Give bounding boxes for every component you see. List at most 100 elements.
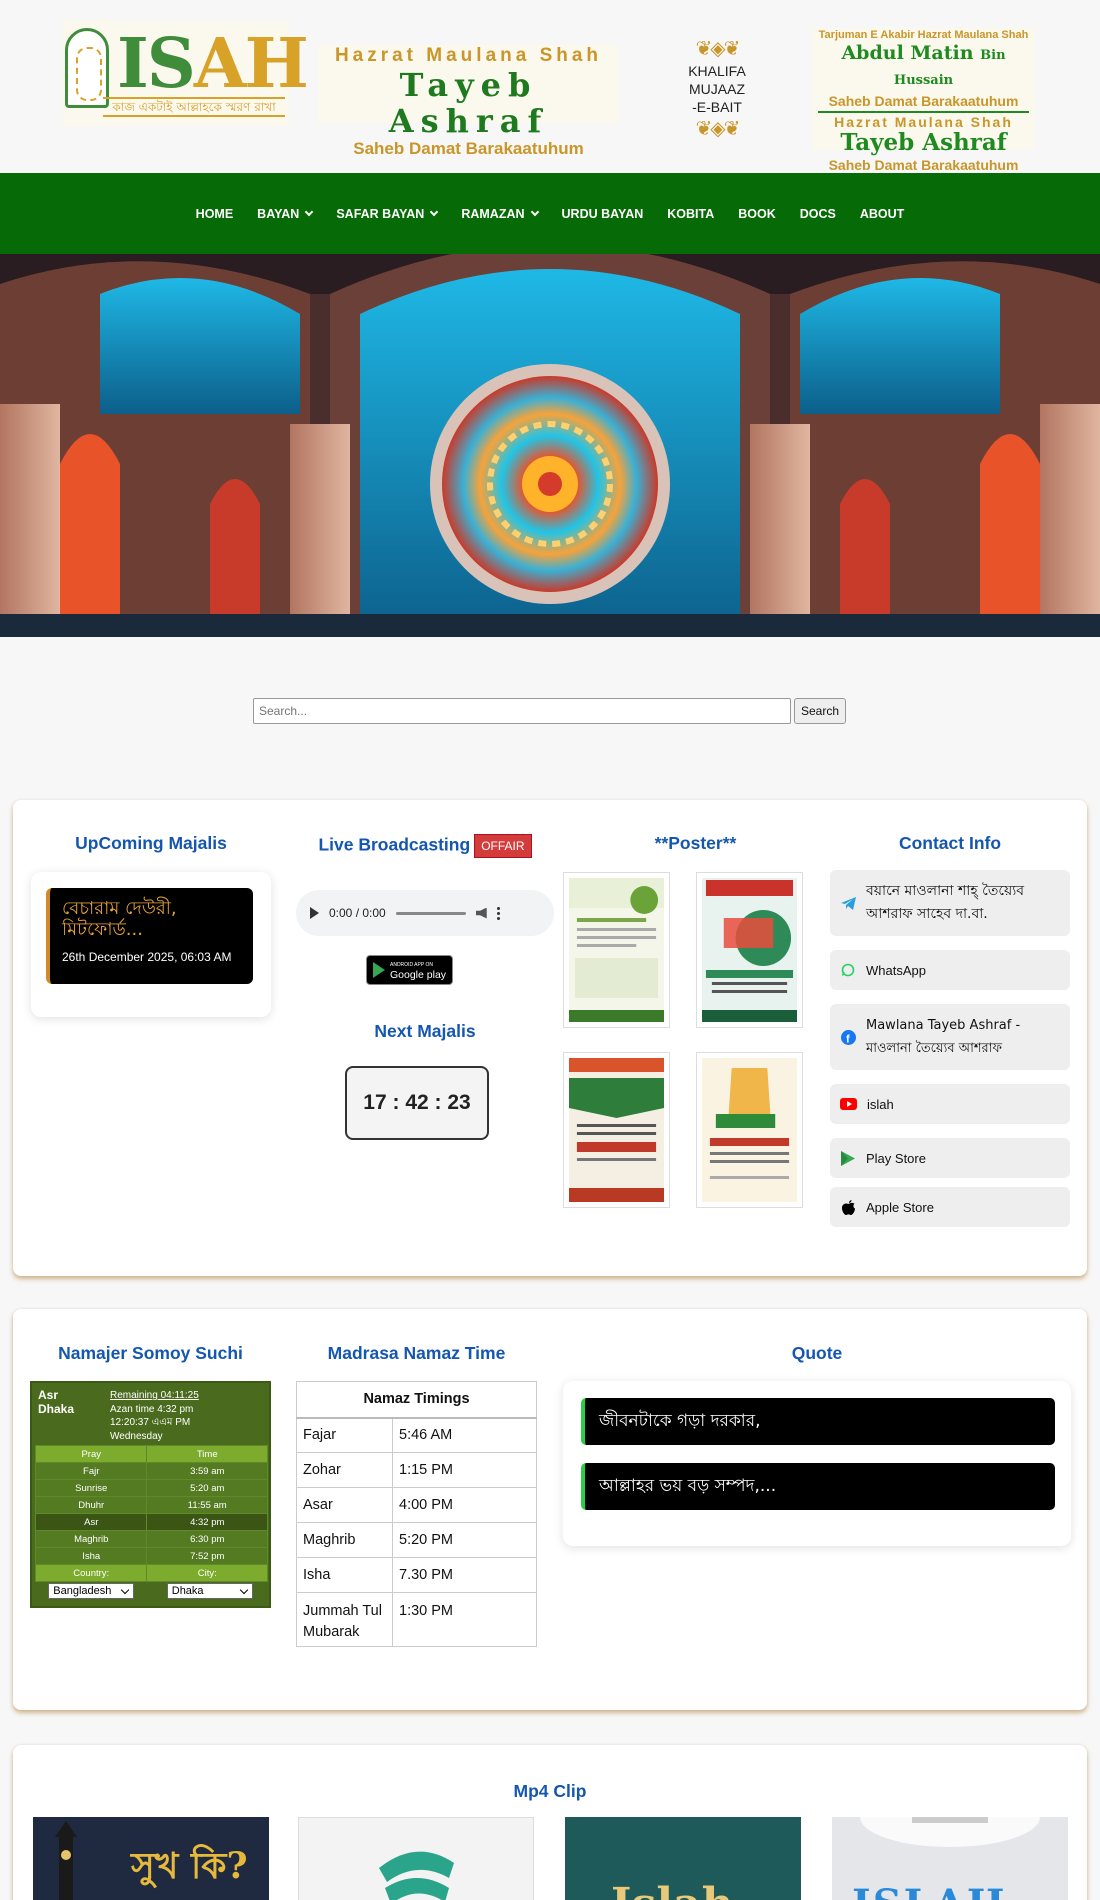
current-day: Wednesday <box>110 1430 163 1442</box>
upcoming-event-title: বেচারাম দেউরী, মিটফোর্ড... <box>62 898 177 940</box>
contact-facebook-label: Mawlana Tayeb Ashraf - মাওলানা তৈয়্যেব … <box>866 1018 1021 1056</box>
poster-image <box>569 878 664 1022</box>
more-options-icon[interactable] <box>496 906 500 920</box>
nav-home[interactable]: HOME <box>184 207 246 221</box>
google-play-icon <box>373 962 385 978</box>
prayer-widget-info: Remaining 04:11:25 Azan time 4:32 pm 12:… <box>110 1389 199 1443</box>
pray-header: Pray <box>34 1445 148 1463</box>
clip-text: ISLAH <box>852 1881 1007 1900</box>
lineage-line-2: Abdul Matin Bin Hussain <box>841 42 1006 88</box>
audio-progress-track[interactable] <box>395 911 466 915</box>
quote-item[interactable]: জীবনটাকে গড়া দরকার, <box>581 1398 1055 1445</box>
whatsapp-icon <box>840 962 856 978</box>
namaz-time: 1:30 PM <box>392 1592 537 1647</box>
khalifa-line-1: KHALIFA <box>688 63 746 79</box>
poster-thumbnail[interactable] <box>696 872 803 1028</box>
ornament-top-icon: ❦◈❦ <box>695 38 741 60</box>
prayer-name: Fajr <box>34 1462 148 1480</box>
svg-text:f: f <box>846 1033 850 1045</box>
prayer-name: Isha <box>34 1547 148 1565</box>
current-clock: 12:20:37 এএম PM <box>110 1417 191 1428</box>
remaining-time: Remaining 04:11:25 <box>110 1390 199 1401</box>
namaz-name: Isha <box>296 1557 393 1593</box>
contact-play-store[interactable]: Play Store <box>830 1138 1070 1178</box>
ornament-bottom-icon: ❦◈❦ <box>695 118 741 140</box>
video-clip-thumbnail[interactable] <box>298 1817 534 1900</box>
nav-about[interactable]: ABOUT <box>848 207 916 221</box>
upcoming-event-date: 26th December 2025, 06:03 AM <box>62 950 232 964</box>
contact-telegram[interactable]: বয়ানে মাওলানা শাহ্ তৈয়্যেব আশরাফ সাহেব… <box>830 870 1070 936</box>
namaz-name: Asar <box>296 1487 393 1523</box>
audio-player[interactable]: 0:00 / 0:00 <box>296 890 554 936</box>
madrasa-namaz-table: Namaz Timings Fajar 5:46 AM Zohar 1:15 PM … <box>296 1381 537 1647</box>
city-select[interactable]: Dhaka <box>166 1583 253 1599</box>
title-line-2: Tayeb Ashraf <box>388 66 549 140</box>
facebook-icon: f <box>840 1029 856 1045</box>
contact-apple-store[interactable]: Apple Store <box>830 1187 1070 1227</box>
video-clip-thumbnail[interactable]: সুখ কি? <box>33 1817 269 1900</box>
namaz-time: 7.30 PM <box>392 1557 537 1593</box>
country-label: Country: <box>34 1564 148 1582</box>
upcoming-event: বেচারাম দেউরী, মিটফোর্ড... 26th December… <box>46 888 253 984</box>
video-clip-thumbnail[interactable]: Islah <box>565 1817 801 1900</box>
nav-docs[interactable]: DOCS <box>788 207 848 221</box>
upcoming-majalis-title: UpComing Majalis <box>75 833 227 853</box>
search-input[interactable] <box>253 698 791 724</box>
prayer-name: Dhuhr <box>34 1496 148 1514</box>
nav-kobita[interactable]: KOBITA <box>655 207 726 221</box>
play-store-icon <box>840 1150 856 1166</box>
poster-thumbnail[interactable] <box>563 1052 670 1208</box>
prayer-time: 6:30 pm <box>146 1530 268 1548</box>
lineage-line-3: Saheb Damat Barakaatuhum <box>828 93 1019 109</box>
nav-urdu-bayan[interactable]: URDU BAYAN <box>550 207 656 221</box>
islah-logo[interactable]: ISAH কাজ একটাই আল্লাহকে স্মরণ রাখা <box>63 20 309 126</box>
contact-whatsapp[interactable]: WhatsApp <box>830 950 1070 990</box>
country-select[interactable]: Bangladesh <box>48 1583 135 1599</box>
top-info-panel: UpComing Majalis বেচারাম দেউরী, মিটফোর্ড… <box>13 800 1087 1276</box>
play-icon[interactable] <box>310 907 319 919</box>
prayer-time: 4:32 pm <box>146 1513 268 1531</box>
khalifa-badge: ❦◈❦ KHALIFA MUJAAZ -E-BAIT ❦◈❦ <box>672 38 762 140</box>
quote-box: জীবনটাকে গড়া দরকার, আল্লাহর ভয় বড় সম্… <box>563 1381 1071 1546</box>
contact-youtube-label: islah <box>867 1096 894 1112</box>
location-selectors: Bangladesh Dhaka <box>32 1583 269 1599</box>
poster-thumbnail[interactable] <box>696 1052 803 1208</box>
time-header: Time <box>146 1445 268 1463</box>
prayer-name: Asr <box>34 1513 148 1531</box>
chevron-down-icon <box>430 207 439 216</box>
upcoming-event-card[interactable]: বেচারাম দেউরী, মিটফোর্ড... 26th December… <box>31 872 271 1017</box>
lineage-line-5: Tayeb Ashraf <box>840 129 1007 156</box>
namaz-name: Fajar <box>296 1417 393 1453</box>
logo-tagline: কাজ একটাই আল্লাহকে স্মরণ রাখা <box>103 97 285 117</box>
nav-bayan[interactable]: BAYAN <box>245 207 324 221</box>
video-clip-thumbnail[interactable]: ISLAH <box>832 1817 1068 1900</box>
contact-apple-store-label: Apple Store <box>866 1199 934 1215</box>
khalifa-line-2: MUJAAZ <box>689 81 745 97</box>
countdown-timer: 17 : 42 : 23 <box>345 1066 489 1140</box>
mp4-clip-panel: Mp4 Clip সুখ কি? Islah ISLAH <box>13 1745 1087 1900</box>
poster-image <box>569 1058 664 1202</box>
contact-youtube[interactable]: islah <box>830 1084 1070 1124</box>
search-bar: Search <box>253 698 846 724</box>
nav-safar-bayan[interactable]: SAFAR BAYAN <box>324 207 449 221</box>
offair-badge: OFFAIR <box>474 834 532 858</box>
poster-thumbnail[interactable] <box>563 872 670 1028</box>
contact-facebook[interactable]: f Mawlana Tayeb Ashraf - মাওলানা তৈয়্যে… <box>830 1004 1070 1070</box>
contact-info-title: Contact Info <box>898 833 1002 853</box>
google-play-badge[interactable]: ANDROID APP ON Google play <box>366 955 453 985</box>
clip-text: সুখ কি? <box>131 1845 248 1887</box>
nav-ramazan[interactable]: RAMAZAN <box>449 207 549 221</box>
contact-telegram-label: বয়ানে মাওলানা শাহ্ তৈয়্যেব আশরাফ সাহেব… <box>866 883 1025 922</box>
volume-icon[interactable] <box>475 907 487 919</box>
clip-image <box>299 1818 533 1900</box>
hero-mosque-interior-image <box>0 254 1100 637</box>
mp4-clip-title: Mp4 Clip <box>513 1781 587 1801</box>
search-button[interactable]: Search <box>794 698 846 724</box>
prayer-name: Maghrib <box>34 1530 148 1548</box>
city-label: City: <box>146 1564 268 1582</box>
telegram-icon <box>840 895 856 911</box>
quote-item[interactable]: আল্লাহর ভয় বড় সম্পদ,... <box>581 1463 1055 1510</box>
nav-book[interactable]: BOOK <box>726 207 788 221</box>
apple-icon <box>840 1199 856 1215</box>
prayer-time: 5:20 am <box>146 1479 268 1497</box>
